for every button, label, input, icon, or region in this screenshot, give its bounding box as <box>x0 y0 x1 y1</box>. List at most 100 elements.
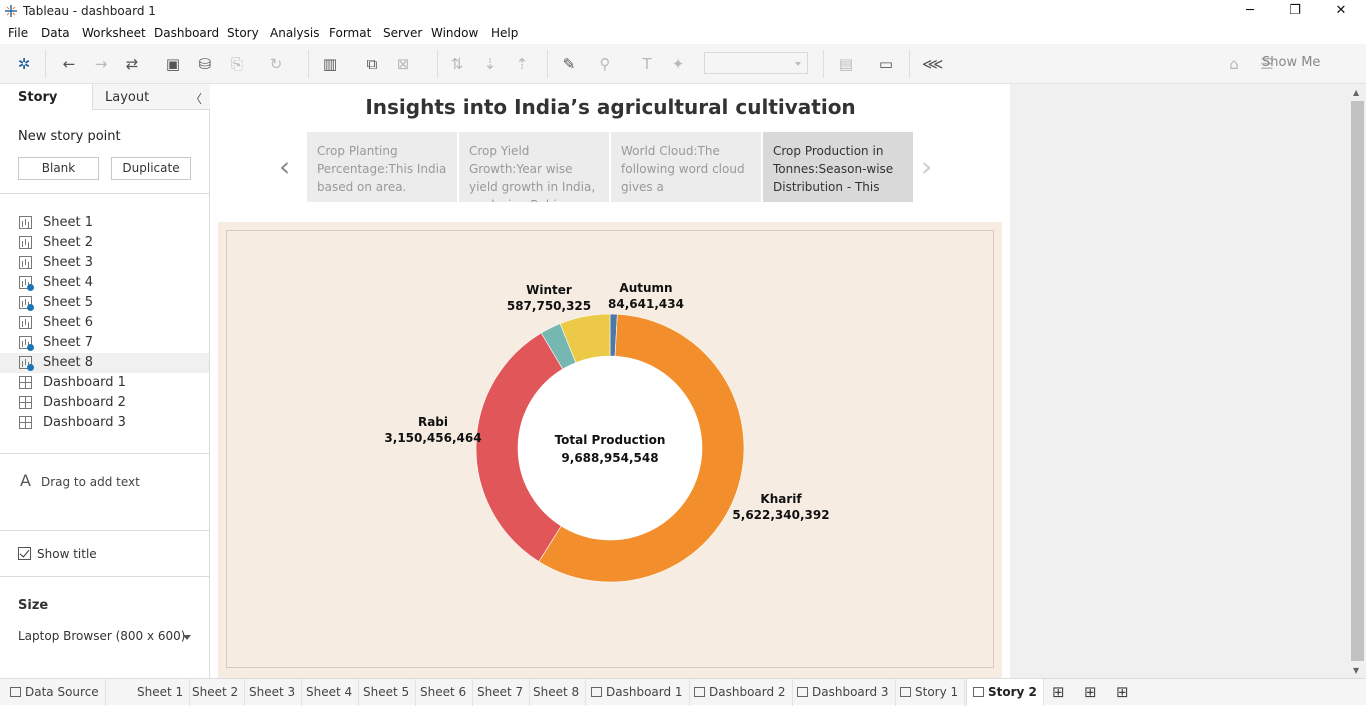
sheet-list-item[interactable]: Dashboard 2 <box>0 393 209 413</box>
sheet-list-item[interactable]: Sheet 4 <box>0 273 209 293</box>
menu-data[interactable]: Data <box>41 26 70 40</box>
show-title-checkbox[interactable]: Show title <box>18 547 97 561</box>
labels-icon[interactable]: T <box>637 54 657 74</box>
swap-icon[interactable]: ⇅ <box>447 54 467 74</box>
sheet-list-label: Sheet 5 <box>43 295 93 310</box>
story-point-caption-4[interactable]: Crop Production in Tonnes:Season-wise Di… <box>763 132 913 202</box>
undo-icon[interactable]: ← <box>59 54 79 74</box>
refresh-icon[interactable]: ↻ <box>266 54 286 74</box>
bottom-tab[interactable]: Sheet 4 <box>300 679 360 706</box>
scroll-thumb[interactable] <box>1351 101 1364 661</box>
save-icon[interactable]: ▣ <box>163 54 183 74</box>
slice-value-winter: 587,750,325 <box>507 299 591 313</box>
new-sheet-icon[interactable]: ▥ <box>320 54 340 74</box>
tab-story[interactable]: Story <box>0 84 92 110</box>
bottom-tab[interactable]: Sheet 7 <box>471 679 531 706</box>
bottom-tab[interactable]: Sheet 6 <box>414 679 474 706</box>
slice-label-rabi: Rabi <box>418 415 448 429</box>
bottom-tab[interactable]: Dashboard 2 <box>688 679 793 706</box>
sheet-list-item[interactable]: Sheet 1 <box>0 213 209 233</box>
story-point-caption-3[interactable]: World Cloud:The following word cloud giv… <box>611 132 761 202</box>
menu-worksheet[interactable]: Worksheet <box>82 26 146 40</box>
vertical-scrollbar[interactable]: ▲ ▼ <box>1349 84 1366 678</box>
share-icon[interactable]: ⋘ <box>922 54 943 74</box>
slice-label-kharif: Kharif <box>760 492 802 506</box>
minimize-icon[interactable]: ─ <box>1227 0 1273 23</box>
bottom-tab[interactable]: Story 1 <box>894 679 966 706</box>
sheet-list-item[interactable]: Sheet 8 <box>0 353 209 373</box>
redo-icon[interactable]: → <box>91 54 111 74</box>
menu-story[interactable]: Story <box>227 26 259 40</box>
size-select[interactable]: Laptop Browser (800 x 600) <box>18 629 185 643</box>
used-in-story-icon <box>27 344 34 351</box>
story-side-panel: Story Layout 〈 New story point Blank Dup… <box>0 84 210 678</box>
sheet-list-item[interactable]: Sheet 6 <box>0 313 209 333</box>
sort-descending-icon[interactable]: ⇡ <box>512 54 532 74</box>
chevron-down-icon[interactable] <box>183 635 191 640</box>
sheet-list-item[interactable]: Dashboard 1 <box>0 373 209 393</box>
scroll-up-icon[interactable]: ▲ <box>1353 88 1359 97</box>
bottom-tab[interactable]: Data Source <box>0 679 106 706</box>
bottom-tab[interactable]: Sheet 8 <box>527 679 587 706</box>
sheet-list-item[interactable]: Sheet 3 <box>0 253 209 273</box>
blank-button[interactable]: Blank <box>18 157 99 180</box>
story-point-caption-2[interactable]: Crop Yield Growth:Year wise yield growth… <box>459 132 609 202</box>
bottom-tab[interactable]: Dashboard 3 <box>791 679 896 706</box>
collapse-panel-icon[interactable]: 〈 <box>190 90 202 107</box>
tableau-home-icon[interactable]: ✲ <box>14 54 34 74</box>
highlight-icon[interactable]: ✎ <box>559 54 579 74</box>
new-worksheet-tab-icon[interactable]: ⊞ <box>1046 679 1071 706</box>
fit-icon[interactable]: ▤ <box>836 54 856 74</box>
menu-window[interactable]: Window <box>431 26 478 40</box>
menu-help[interactable]: Help <box>491 26 518 40</box>
restore-icon[interactable]: ❐ <box>1272 0 1318 23</box>
previous-story-point-icon[interactable]: ‹ <box>279 150 290 183</box>
menu-analysis[interactable]: Analysis <box>270 26 319 40</box>
window-title: Tableau - dashboard 1 <box>23 4 156 18</box>
used-in-story-icon <box>27 304 34 311</box>
sheet-list-item[interactable]: Dashboard 3 <box>0 413 209 433</box>
pause-updates-icon[interactable]: ⎘ <box>227 54 247 74</box>
sort-ascending-icon[interactable]: ⇣ <box>480 54 500 74</box>
toolbar: ✲ ← → ⇄ ▣ ⛁ ⎘ ↻ ▥ ⧉ ⊠ ⇅ ⇣ ⇡ ✎ ⚲ T ✦ ▤ ▭ … <box>0 44 1366 84</box>
duplicate-sheet-icon[interactable]: ⧉ <box>362 54 382 74</box>
worksheet-icon <box>19 236 32 249</box>
new-story-tab-icon[interactable]: ⊞ <box>1110 679 1135 706</box>
fit-dropdown[interactable] <box>704 52 808 74</box>
clear-sheet-icon[interactable]: ⊠ <box>393 54 413 74</box>
menu-server[interactable]: Server <box>383 26 422 40</box>
story-icon <box>973 687 984 697</box>
tab-layout[interactable]: Layout 〈 <box>92 84 210 110</box>
menu-format[interactable]: Format <box>329 26 371 40</box>
next-story-point-icon[interactable]: › <box>921 150 932 183</box>
menu-dashboard[interactable]: Dashboard <box>154 26 219 40</box>
story-point-caption-1[interactable]: Crop Planting Percentage:This India base… <box>307 132 457 202</box>
menu-file[interactable]: File <box>8 26 28 40</box>
bottom-tab[interactable]: Sheet 5 <box>357 679 417 706</box>
new-dashboard-tab-icon[interactable]: ⊞ <box>1078 679 1103 706</box>
show-me-button[interactable]: Show Me <box>1262 55 1320 70</box>
scroll-down-icon[interactable]: ▼ <box>1353 666 1359 675</box>
donut-hole <box>518 356 702 540</box>
bottom-tab[interactable]: Sheet 3 <box>243 679 303 706</box>
presentation-mode-icon[interactable]: ▭ <box>876 54 896 74</box>
bottom-tab[interactable]: Story 2 <box>966 679 1044 706</box>
pin-icon[interactable]: ✦ <box>668 54 688 74</box>
sheet-list-item[interactable]: Sheet 5 <box>0 293 209 313</box>
replay-icon[interactable]: ⇄ <box>122 54 142 74</box>
sheet-list-item[interactable]: Sheet 2 <box>0 233 209 253</box>
bottom-tab[interactable]: Dashboard 1 <box>585 679 690 706</box>
new-datasource-icon[interactable]: ⛁ <box>195 54 215 74</box>
used-in-story-icon <box>27 284 34 291</box>
close-icon[interactable]: ✕ <box>1318 0 1364 23</box>
attach-icon[interactable]: ⚲ <box>595 54 615 74</box>
bottom-tab-label: Sheet 5 <box>363 685 410 699</box>
sheet-list-item[interactable]: Sheet 7 <box>0 333 209 353</box>
center-label: Total Production <box>555 433 666 447</box>
format-painter-icon[interactable]: ⌂ <box>1224 54 1244 74</box>
bottom-tab[interactable]: Sheet 1 <box>131 679 191 706</box>
bottom-tab[interactable]: Sheet 2 <box>186 679 246 706</box>
drag-to-add-text[interactable]: A Drag to add text <box>20 471 140 490</box>
story-area: Insights into India’s agricultural culti… <box>211 84 1010 678</box>
duplicate-button[interactable]: Duplicate <box>111 157 191 180</box>
